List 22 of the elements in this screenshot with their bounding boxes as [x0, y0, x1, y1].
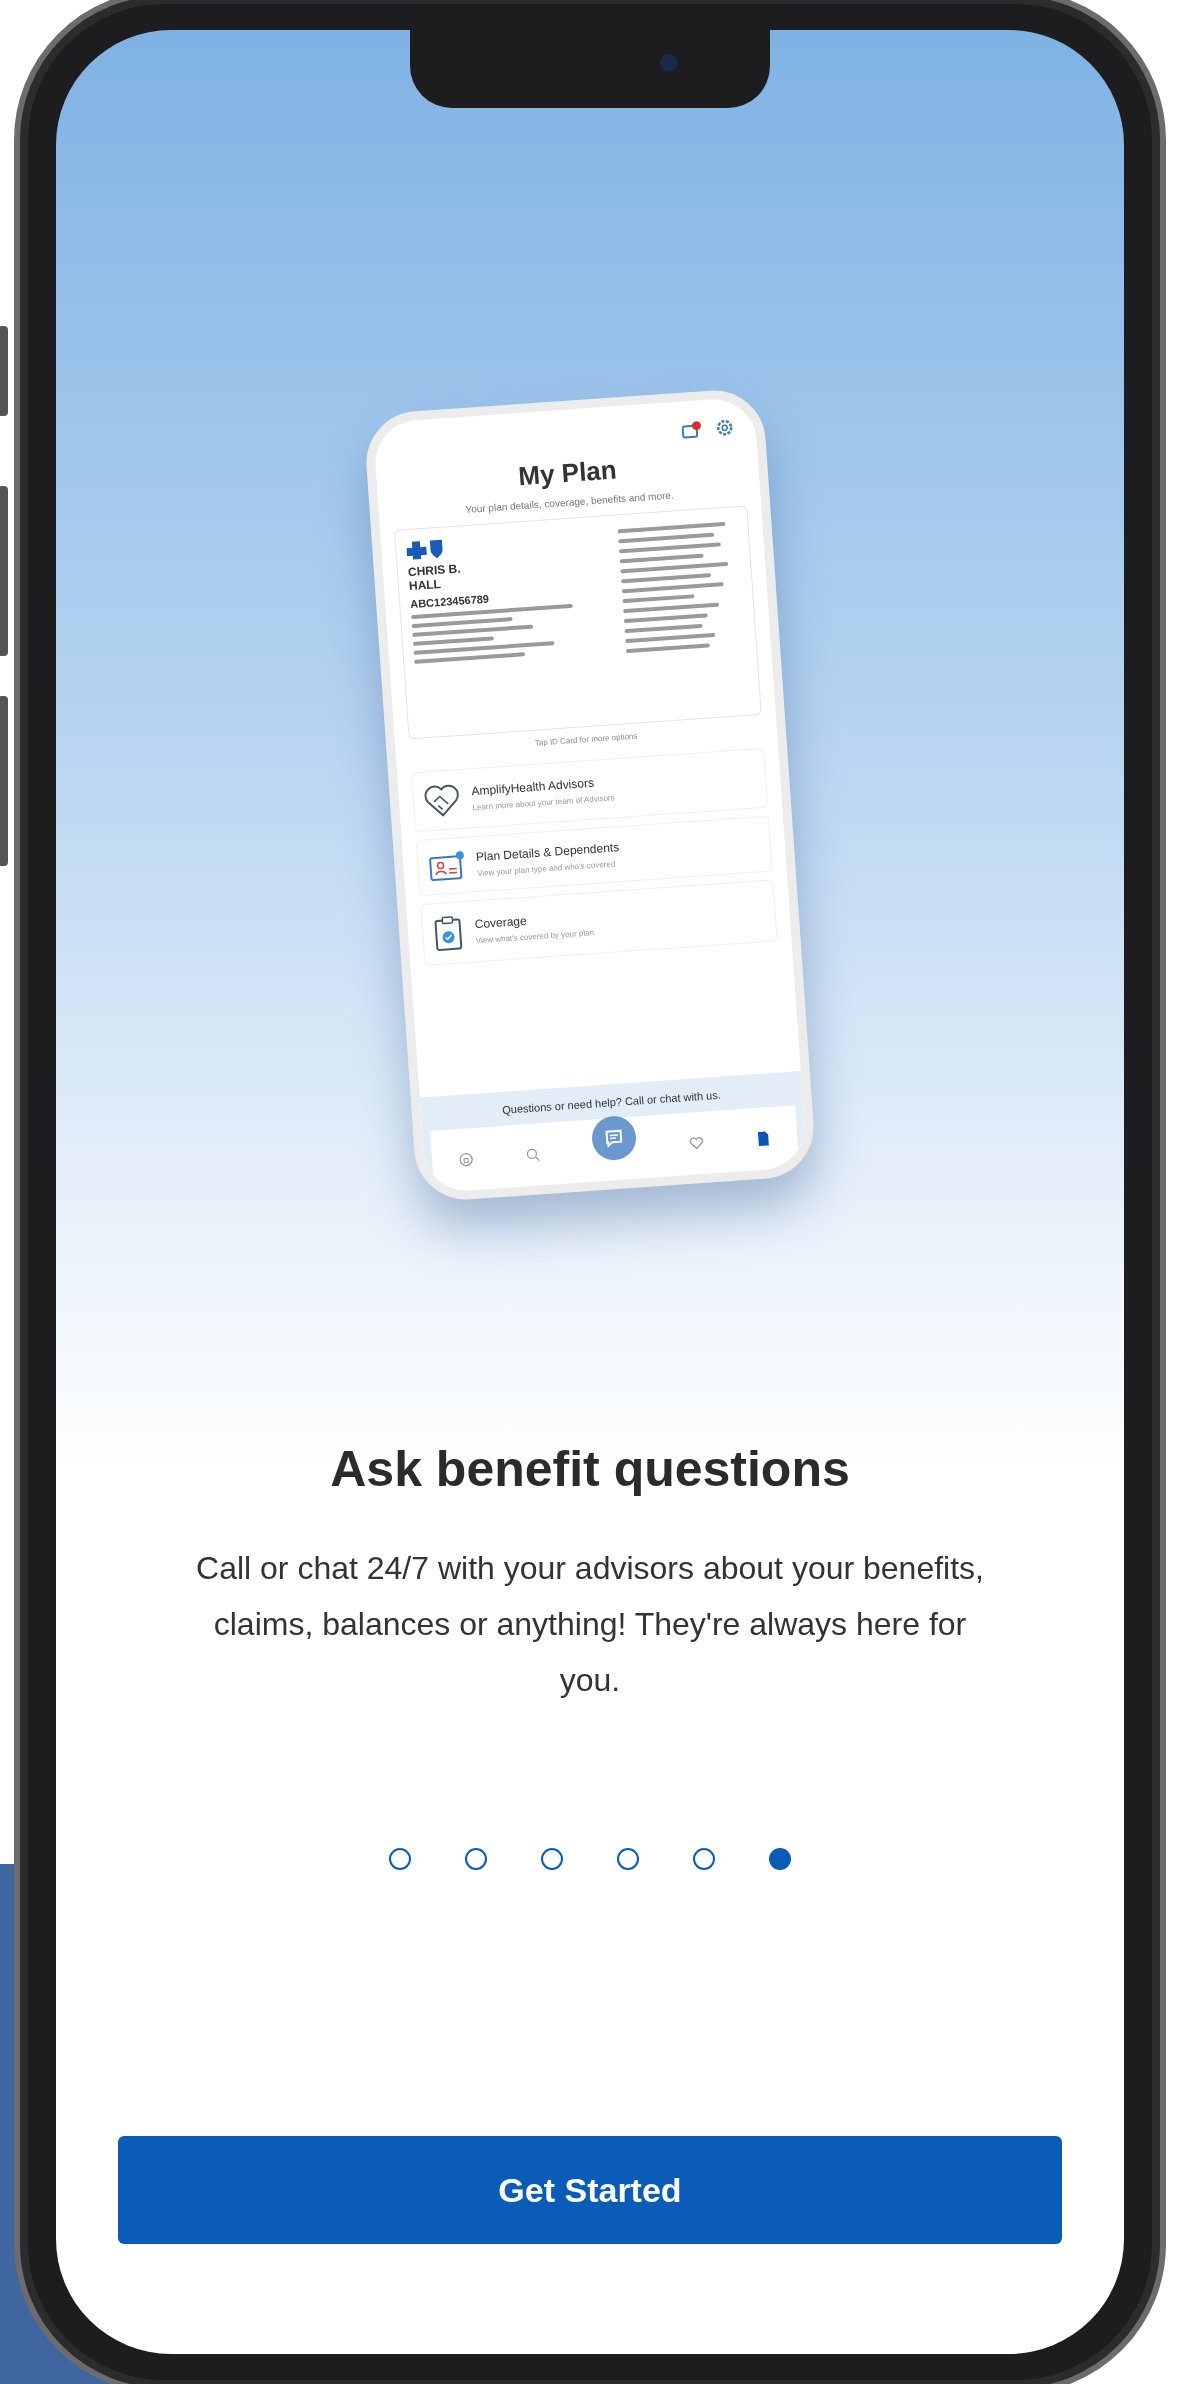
page-dot[interactable] — [769, 1848, 791, 1870]
menu-item[interactable]: Plan Details & Dependents View your plan type and who's covered — [415, 815, 773, 897]
heading: Ask benefit questions — [330, 1440, 850, 1498]
menu-item[interactable]: AmplifyHealth Advisors Learn more about your team of Advisors — [411, 747, 769, 833]
help-text: Questions or need help? Call or chat with us. — [501, 1088, 722, 1116]
get-started-button[interactable]: Get Started — [118, 2136, 1062, 2244]
page-dot[interactable] — [389, 1848, 411, 1870]
handshake-heart-icon — [422, 782, 462, 819]
member-id: ABC123456789 — [409, 591, 491, 611]
page-dot[interactable] — [693, 1848, 715, 1870]
page-dot[interactable] — [465, 1848, 487, 1870]
page-dot[interactable] — [541, 1848, 563, 1870]
id-card-icon — [427, 849, 466, 883]
member-name: CHRIS B. HALL — [407, 560, 463, 594]
menu-item[interactable]: Coverage View what's covered by your plan — [420, 879, 778, 966]
heart-icon[interactable] — [687, 1134, 705, 1152]
home-icon[interactable] — [457, 1151, 475, 1169]
settings-icon[interactable] — [715, 418, 735, 438]
page-dot[interactable] — [617, 1848, 639, 1870]
search-icon[interactable] — [524, 1146, 542, 1164]
description: Call or chat 24/7 with your advisors about your benefits, claims, balances or anything! They're always here for you. — [195, 1549, 985, 1700]
clipboard-check-icon — [432, 914, 465, 953]
